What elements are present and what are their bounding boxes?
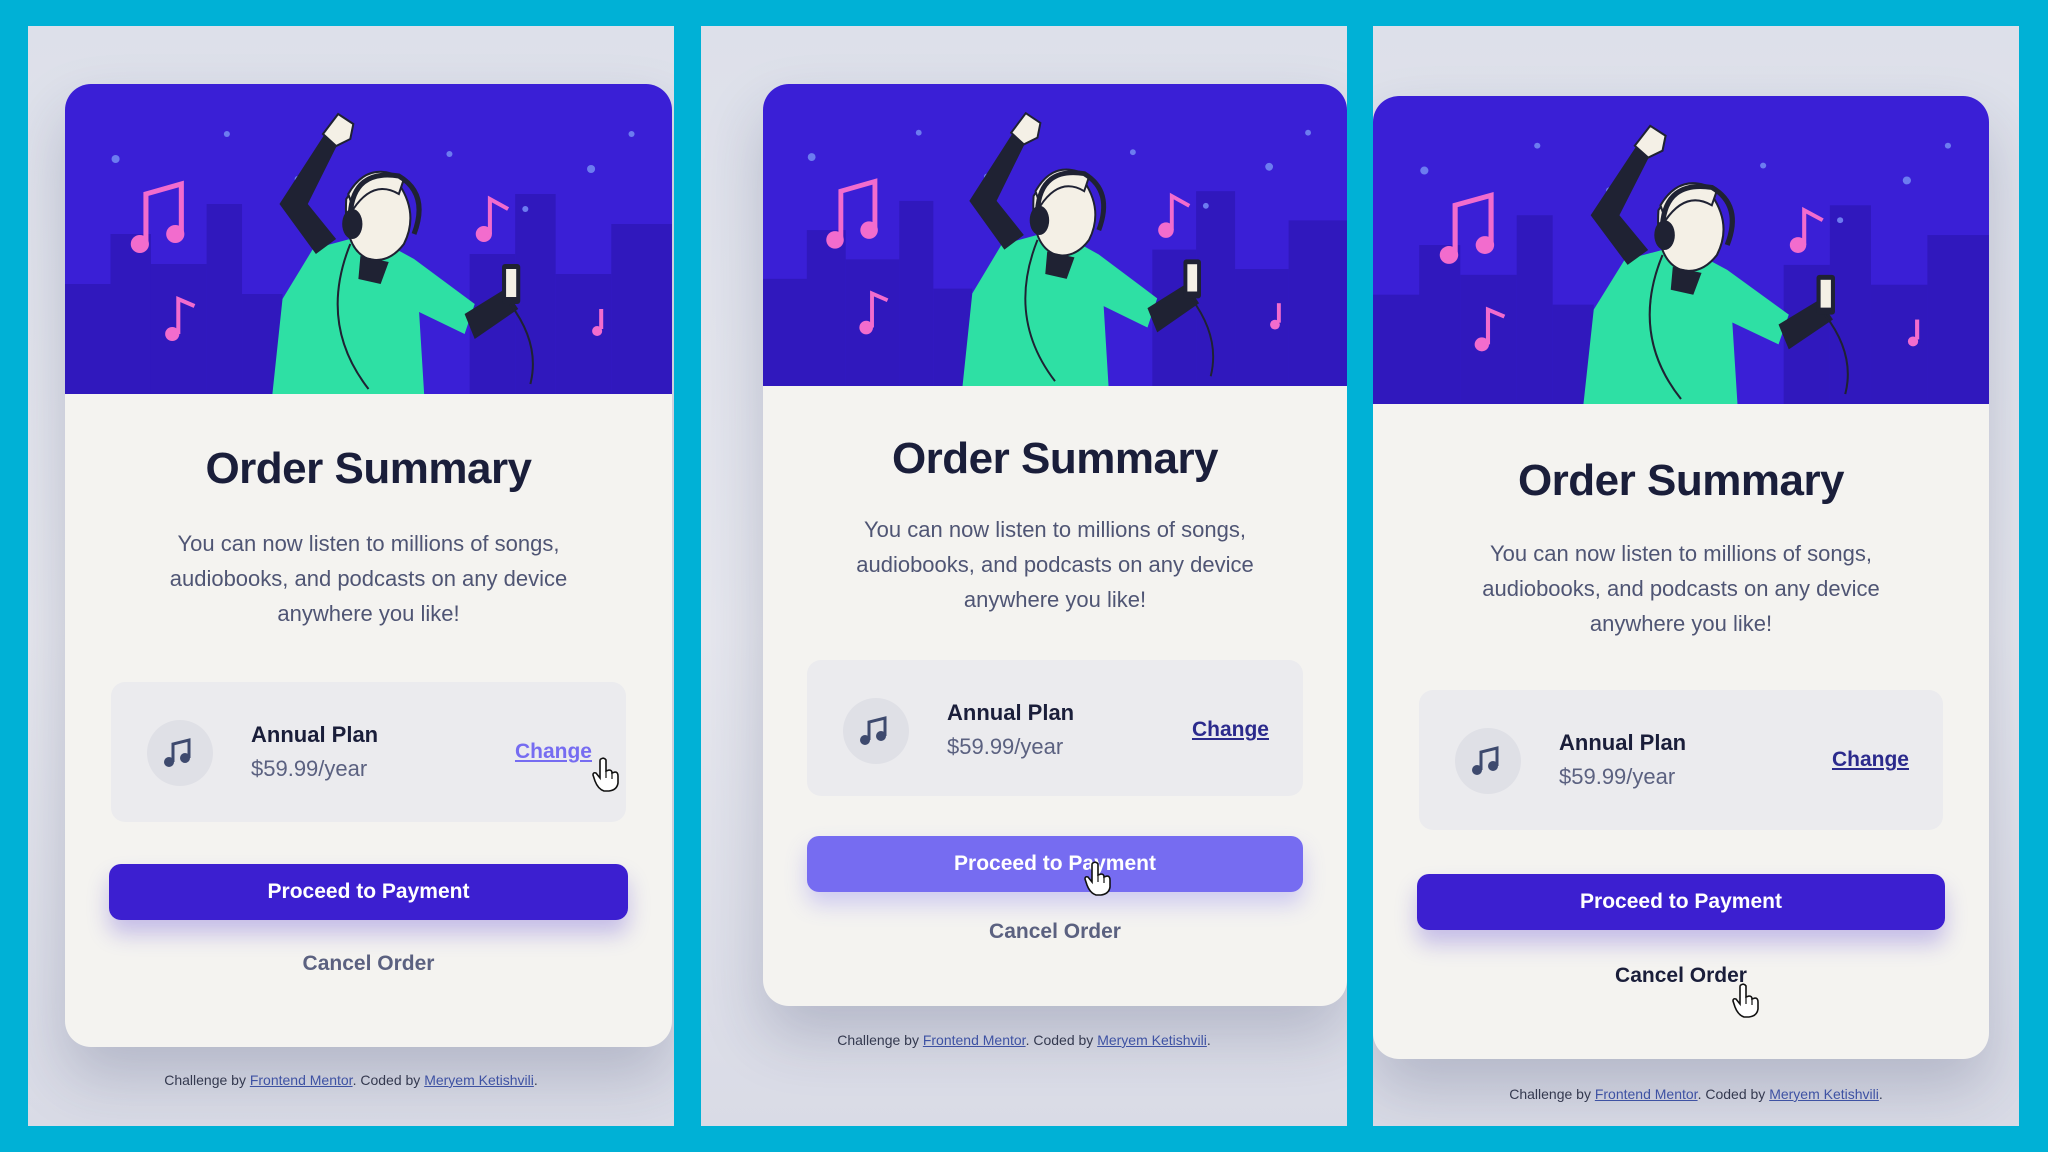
plan-name: Annual Plan	[251, 722, 379, 747]
plan-box: Annual Plan $59.99/year Change	[1419, 690, 1943, 830]
attribution-footer: Challenge by Frontend Mentor. Coded by M…	[837, 1032, 1211, 1048]
plan-price: $59.99/year	[947, 734, 1064, 759]
plan-price: $59.99/year	[251, 756, 368, 781]
page-title: Order Summary	[891, 434, 1219, 483]
plan-name: Annual Plan	[947, 700, 1075, 725]
plan-box: Annual Plan $59.99/year Change	[111, 682, 626, 822]
hero-illustration	[1373, 96, 1989, 404]
change-plan-link[interactable]: Change	[1192, 718, 1269, 742]
music-note-icon	[147, 720, 213, 786]
hero-illustration	[763, 84, 1347, 386]
screenshot-panel-2: Order Summary You can now listen to mill…	[701, 26, 1347, 1126]
plan-price: $59.99/year	[1559, 764, 1676, 789]
hand-cursor-icon	[1083, 860, 1113, 896]
screenshot-panel-3: Order Summary You can now listen to mill…	[1373, 26, 2019, 1126]
hand-cursor-icon	[1731, 982, 1761, 1018]
cancel-order-button[interactable]: Cancel Order	[763, 920, 1347, 944]
author-link[interactable]: Meryem Ketishvili	[1097, 1032, 1207, 1048]
proceed-to-payment-button[interactable]: Proceed to Payment	[1417, 874, 1945, 930]
frontend-mentor-link[interactable]: Frontend Mentor	[1595, 1086, 1698, 1102]
order-description: You can now listen to millions of songs,…	[169, 531, 568, 626]
music-note-icon	[843, 698, 909, 764]
proceed-to-payment-button[interactable]: Proceed to Payment	[109, 864, 628, 920]
attribution-footer: Challenge by Frontend Mentor. Coded by M…	[1509, 1086, 1883, 1102]
proceed-to-payment-button[interactable]: Proceed to Payment	[807, 836, 1303, 892]
author-link[interactable]: Meryem Ketishvili	[1769, 1086, 1879, 1102]
order-summary-card: Order Summary You can now listen to mill…	[65, 84, 672, 1047]
cancel-order-button[interactable]: Cancel Order	[1373, 964, 1989, 988]
screenshot-panel-1: Order Summary You can now listen to mill…	[28, 26, 674, 1126]
page-title: Order Summary	[1517, 456, 1845, 505]
order-summary-card: Order Summary You can now listen to mill…	[763, 84, 1347, 1006]
frontend-mentor-link[interactable]: Frontend Mentor	[250, 1072, 353, 1088]
frontend-mentor-link[interactable]: Frontend Mentor	[923, 1032, 1026, 1048]
plan-name: Annual Plan	[1559, 730, 1687, 755]
plan-box: Annual Plan $59.99/year Change	[807, 660, 1303, 796]
change-plan-link[interactable]: Change	[515, 740, 592, 764]
order-description: You can now listen to millions of songs,…	[1482, 541, 1880, 636]
order-summary-card: Order Summary You can now listen to mill…	[1373, 96, 1989, 1059]
change-plan-link[interactable]: Change	[1832, 748, 1909, 772]
author-link[interactable]: Meryem Ketishvili	[424, 1072, 534, 1088]
hand-cursor-icon	[591, 756, 621, 792]
order-description: You can now listen to millions of songs,…	[856, 517, 1254, 612]
attribution-footer: Challenge by Frontend Mentor. Coded by M…	[164, 1072, 538, 1088]
hero-illustration	[65, 84, 672, 394]
cancel-order-button[interactable]: Cancel Order	[65, 952, 672, 976]
music-note-icon	[1455, 728, 1521, 794]
page-title: Order Summary	[205, 444, 532, 493]
